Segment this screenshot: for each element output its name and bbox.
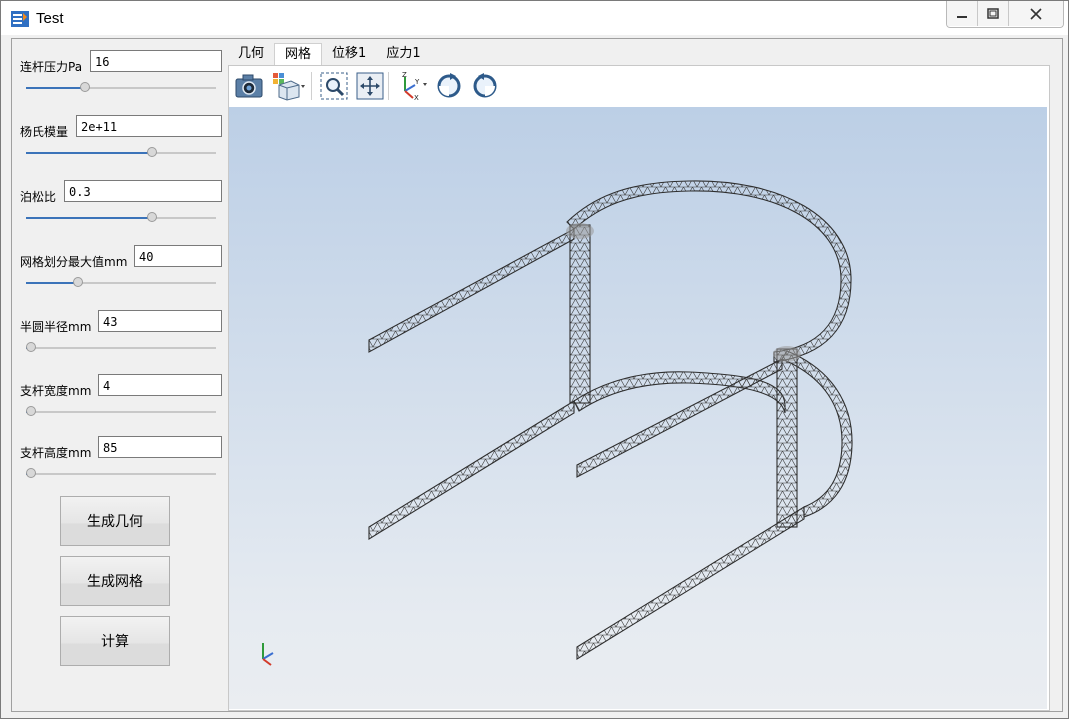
tab-geometry[interactable]: 几何 [228,43,274,65]
param-label: 杨氏模量 [20,125,69,139]
strut-width-slider[interactable] [26,405,216,419]
radius-input[interactable]: 43 [98,310,222,332]
generate-geometry-button[interactable]: 生成几何 [60,496,170,546]
strut-width-input[interactable]: 4 [98,374,222,396]
pressure-input[interactable]: 16 [90,50,222,72]
view-panel: Z Y X [228,65,1050,711]
poisson-slider[interactable] [26,211,216,225]
pressure-slider[interactable] [26,81,216,95]
window-title: Test [36,10,64,27]
zoom-box-button[interactable] [318,70,350,102]
restore-icon [987,7,999,19]
slider-thumb[interactable] [26,468,36,478]
param-poisson: 泊松比 0.3 [20,180,222,230]
youngs-modulus-slider[interactable] [26,146,216,160]
param-label: 半圆半径mm [20,320,92,334]
youngs-modulus-input[interactable]: 2e+11 [76,115,222,137]
rotate-ccw-button[interactable] [469,70,501,102]
3d-viewport[interactable] [229,107,1047,709]
svg-text:Y: Y [414,78,420,86]
param-pressure: 连杆压力Pa 16 [20,50,222,100]
camera-icon [235,74,263,98]
param-label: 支杆高度mm [20,446,92,460]
minimize-icon [957,15,967,18]
app-window: Test 连杆压力Pa 16 杨氏模量 2e+11 泊松比 0.3 网格划分最大… [0,0,1069,719]
param-label: 连杆压力Pa [20,60,83,74]
fit-all-icon [356,72,384,100]
axes-icon: Z Y X [402,71,427,101]
strut-height-input[interactable]: 85 [98,436,222,458]
view-cube-icon [273,73,305,101]
fit-all-button[interactable] [354,70,386,102]
title-bar: Test [1,1,1068,35]
mesh-model [262,180,853,666]
rotate-cw-icon [437,73,461,98]
mesh-size-slider[interactable] [26,276,216,290]
param-youngs-modulus: 杨氏模量 2e+11 [20,115,222,165]
view-cube-button[interactable] [269,70,309,102]
param-strut-width: 支杆宽度mm 4 [20,374,222,424]
slider-thumb[interactable] [26,342,36,352]
tab-stress[interactable]: 应力1 [376,43,430,65]
param-strut-height: 支杆高度mm 85 [20,436,222,486]
compute-button[interactable]: 计算 [60,616,170,666]
window-controls [946,1,1064,28]
screenshot-button[interactable] [233,70,265,102]
close-button[interactable] [1009,1,1063,26]
zoom-box-icon [320,72,348,100]
tab-displacement[interactable]: 位移1 [322,43,376,65]
view-toolbar: Z Y X [229,66,1049,106]
slider-thumb[interactable] [26,406,36,416]
svg-text:X: X [414,94,419,101]
param-mesh-size: 网格划分最大值mm 40 [20,245,222,295]
mesh-size-input[interactable]: 40 [134,245,222,267]
rotate-cw-button[interactable] [433,70,465,102]
tab-mesh[interactable]: 网格 [274,43,323,66]
svg-text:Z: Z [402,71,407,79]
slider-thumb[interactable] [80,82,90,92]
param-radius: 半圆半径mm 43 [20,310,222,360]
view-tabs: 几何 网格 位移1 应力1 [228,43,431,66]
generate-mesh-button[interactable]: 生成网格 [60,556,170,606]
param-label: 泊松比 [20,190,57,204]
rotate-ccw-icon [473,73,497,98]
param-label: 支杆宽度mm [20,384,92,398]
param-label: 网格划分最大值mm [20,255,128,269]
strut-height-slider[interactable] [26,467,216,481]
slider-thumb[interactable] [147,147,157,157]
slider-thumb[interactable] [73,277,83,287]
slider-thumb[interactable] [147,212,157,222]
maximize-button[interactable] [978,1,1009,26]
close-icon [1030,7,1042,20]
radius-slider[interactable] [26,341,216,355]
app-icon [11,11,29,27]
main-area: 连杆压力Pa 16 杨氏模量 2e+11 泊松比 0.3 网格划分最大值mm 4… [11,38,1063,712]
poisson-input[interactable]: 0.3 [64,180,222,202]
axes-button[interactable]: Z Y X [395,70,429,102]
minimize-button[interactable] [947,1,978,26]
